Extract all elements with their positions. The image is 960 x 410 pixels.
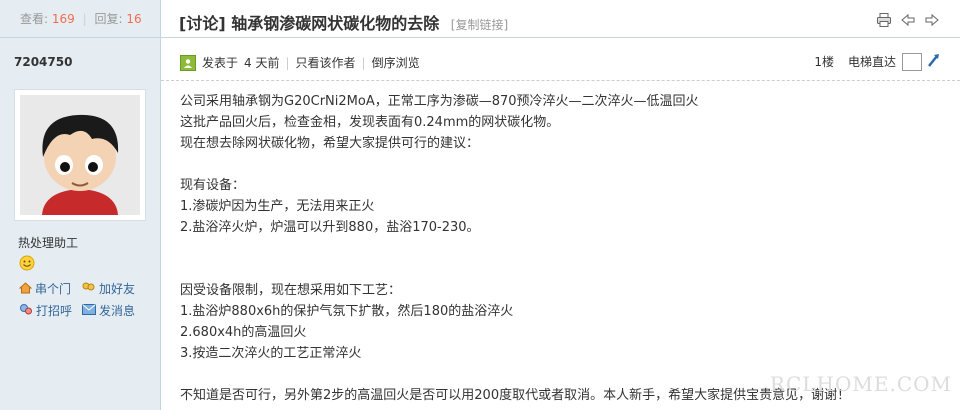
user-actions-row-1: 串个门 加好友 bbox=[18, 280, 145, 297]
message-button[interactable]: 发消息 bbox=[82, 302, 135, 319]
avatar-image bbox=[20, 95, 140, 215]
thread-title-text: [讨论] 轴承钢渗碳网状碳化物的去除 bbox=[179, 14, 440, 33]
post-line: 2.680x4h的高温回火 bbox=[180, 325, 307, 340]
user-group: 热处理助工 bbox=[18, 236, 79, 250]
greet-icon bbox=[19, 303, 36, 319]
post-meta-left: 发表于 4 天前 | 只看该作者 | 倒序浏览 bbox=[180, 54, 420, 71]
post-line: 2.盐浴淬火炉，炉温可以升到880，盐浴170-230。 bbox=[180, 220, 480, 235]
only-author-link[interactable]: 只看该作者 bbox=[296, 54, 356, 71]
replies-count: 16 bbox=[126, 12, 142, 26]
post-line bbox=[180, 238, 940, 259]
post-line: 3.按造二次淬火的工艺正常淬火 bbox=[180, 346, 362, 361]
thread-header: [讨论] 轴承钢渗碳网状碳化物的去除 [复制链接] bbox=[161, 0, 960, 38]
avatar[interactable] bbox=[14, 89, 146, 221]
stats-divider: | bbox=[82, 12, 87, 26]
home-icon bbox=[18, 281, 35, 297]
post-line: 现有设备： bbox=[180, 178, 246, 193]
reverse-order-link[interactable]: 倒序浏览 bbox=[372, 54, 420, 71]
visit-label: 串个门 bbox=[35, 282, 72, 296]
post-line: 因受设备限制，现在想采用如下工艺： bbox=[180, 283, 402, 298]
print-icon[interactable] bbox=[876, 12, 892, 28]
meta-divider: | bbox=[361, 55, 366, 70]
message-label: 发消息 bbox=[99, 304, 136, 318]
post-line: 公司采用轴承钢为G20CrNi2MoA，正常工序为渗碳—870预冷淬火—二次淬火… bbox=[180, 94, 699, 109]
post-meta-bar: 发表于 4 天前 | 只看该作者 | 倒序浏览 1楼 电梯直达 bbox=[161, 39, 960, 81]
post-body: 公司采用轴承钢为G20CrNi2MoA，正常工序为渗碳—870预冷淬火—二次淬火… bbox=[180, 91, 940, 406]
smiley-icon bbox=[19, 255, 35, 274]
user-sidebar: 查看: 169 | 回复: 16 7204750 热处理助工 串个门 加好友 打… bbox=[0, 0, 161, 410]
add-friend-icon bbox=[81, 281, 99, 297]
add-friend-button[interactable]: 加好友 bbox=[81, 280, 135, 297]
post-line: 1.渗碳炉因为生产，无法用来正火 bbox=[180, 199, 375, 214]
site-watermark: RCLHOME.COM bbox=[769, 372, 952, 396]
post-line: 1.盐浴炉880x6h的保护气氛下扩散，然后180的盐浴淬火 bbox=[180, 304, 514, 319]
goto-label: 电梯直达 bbox=[847, 55, 896, 69]
username[interactable]: 7204750 bbox=[14, 55, 72, 69]
envelope-icon bbox=[82, 303, 99, 318]
greet-label: 打招呼 bbox=[36, 304, 73, 318]
add-friend-label: 加好友 bbox=[99, 282, 136, 296]
online-status-icon bbox=[180, 54, 196, 71]
next-thread-icon[interactable] bbox=[924, 12, 940, 28]
posted-time: 4 天前 bbox=[244, 56, 280, 70]
post-meta-right: 1楼 电梯直达 bbox=[814, 52, 942, 71]
meta-divider: | bbox=[285, 55, 290, 70]
thread-title: [讨论] 轴承钢渗碳网状碳化物的去除 [复制链接] bbox=[179, 10, 508, 34]
views-count: 169 bbox=[51, 12, 75, 26]
posted-prefix: 发表于 bbox=[202, 56, 239, 70]
post-line: 这批产品回火后，检查金相，发现表面有0.24mm的网状碳化物。 bbox=[180, 115, 560, 130]
post-line bbox=[180, 154, 940, 175]
header-tools bbox=[876, 12, 940, 28]
jump-icon bbox=[926, 52, 942, 71]
post-line bbox=[180, 259, 940, 280]
goto-floor-input[interactable] bbox=[902, 52, 922, 71]
floor-number: 1楼 bbox=[814, 55, 834, 69]
views-label: 查看: bbox=[20, 12, 49, 26]
user-actions-row-2: 打招呼 发消息 bbox=[19, 302, 145, 319]
greet-button[interactable]: 打招呼 bbox=[19, 302, 72, 319]
post-line: 现在想去除网状碳化物，希望大家提供可行的建议： bbox=[180, 136, 480, 151]
replies-label: 回复: bbox=[94, 12, 123, 26]
visit-button[interactable]: 串个门 bbox=[18, 280, 72, 297]
previous-thread-icon[interactable] bbox=[900, 12, 916, 28]
goto-button[interactable] bbox=[926, 52, 942, 71]
copy-link-button[interactable]: [复制链接] bbox=[451, 18, 508, 32]
thread-stats: 查看: 169 | 回复: 16 bbox=[0, 0, 160, 38]
